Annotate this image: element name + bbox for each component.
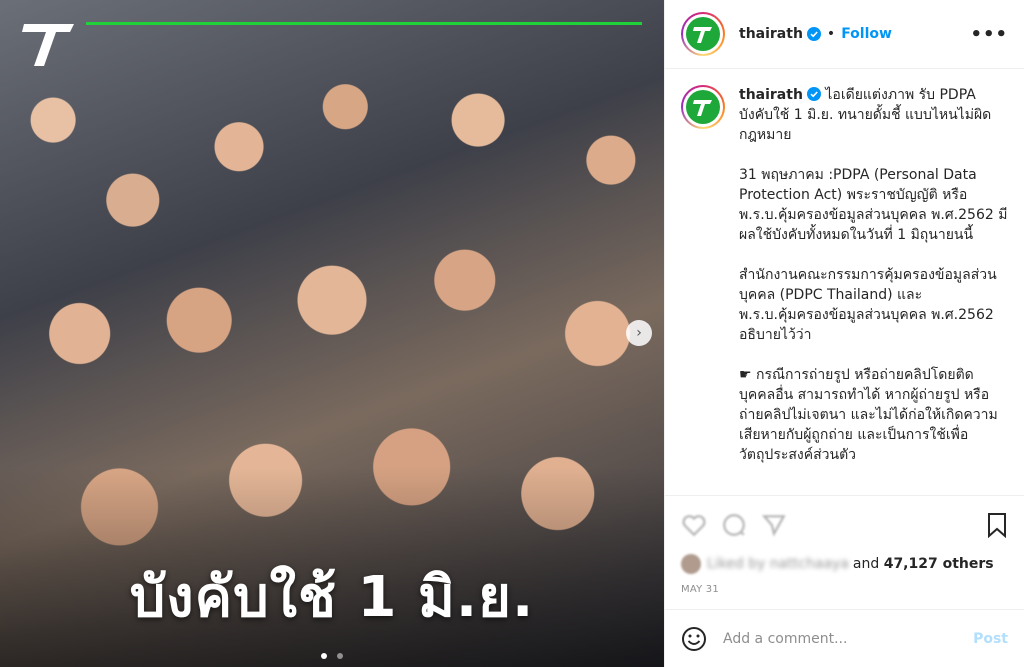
carousel-dots bbox=[0, 644, 664, 663]
liker-avatar bbox=[681, 554, 701, 574]
emoji-icon[interactable] bbox=[681, 626, 707, 652]
carousel-dot-1 bbox=[321, 653, 328, 659]
action-icons bbox=[681, 508, 1008, 542]
verified-icon bbox=[806, 87, 821, 101]
post-header: thairath • Follow ••• bbox=[665, 0, 1024, 69]
header-username[interactable]: thairath bbox=[739, 26, 803, 42]
separator: • bbox=[826, 26, 836, 42]
heart-icon[interactable] bbox=[681, 512, 707, 538]
comments-section: thairath ไอเดียแต่งภาพ รับ PDPA บังคับใช… bbox=[665, 69, 1024, 495]
caption-avatar[interactable] bbox=[681, 85, 725, 129]
comment-input[interactable]: Add a comment... bbox=[723, 631, 973, 647]
add-comment-bar: Add a comment... Post bbox=[665, 609, 1024, 667]
comment-icon[interactable] bbox=[721, 512, 747, 538]
share-icon[interactable] bbox=[761, 512, 787, 538]
follow-button[interactable]: Follow bbox=[841, 26, 892, 42]
post-actions: Liked by nattchaaya and 47,127 others MA… bbox=[665, 495, 1024, 609]
more-icon[interactable]: ••• bbox=[970, 24, 1008, 45]
post-caption: thairath ไอเดียแต่งภาพ รับ PDPA บังคับใช… bbox=[739, 85, 1008, 495]
likes-count-value: 47,127 others bbox=[883, 556, 994, 572]
thairath-logo-icon bbox=[22, 24, 74, 66]
post-side-panel: thairath • Follow ••• thairath ไอเดียแต่… bbox=[664, 0, 1024, 667]
verified-icon bbox=[806, 27, 821, 41]
carousel-dot-2 bbox=[336, 653, 343, 659]
chevron-right-icon[interactable]: › bbox=[626, 320, 652, 346]
avatar[interactable] bbox=[681, 12, 725, 56]
post-media-image[interactable]: บังคับใช้ 1 มิ.ย. › bbox=[0, 0, 664, 667]
likes-summary[interactable]: Liked by nattchaaya and 47,127 others bbox=[681, 554, 1008, 574]
thairath-logo-icon bbox=[693, 100, 712, 116]
likes-count[interactable]: and 47,127 others bbox=[853, 556, 994, 572]
bookmark-icon[interactable] bbox=[986, 512, 1008, 538]
image-overlay-text: บังคับใช้ 1 มิ.ย. bbox=[129, 565, 535, 630]
story-progress-line bbox=[86, 22, 642, 25]
caption-text: ไอเดียแต่งภาพ รับ PDPA บังคับใช้ 1 มิ.ย.… bbox=[739, 87, 1008, 463]
post-comment-button[interactable]: Post bbox=[973, 631, 1008, 647]
thairath-logo-icon bbox=[693, 27, 712, 43]
instagram-post: บังคับใช้ 1 มิ.ย. › thairath • Follow ••… bbox=[0, 0, 1024, 667]
post-date[interactable]: MAY 31 bbox=[681, 584, 1008, 609]
and-label: and bbox=[852, 556, 880, 572]
caption-username[interactable]: thairath bbox=[739, 87, 803, 103]
liked-by-text[interactable]: Liked by nattchaaya bbox=[707, 556, 849, 572]
